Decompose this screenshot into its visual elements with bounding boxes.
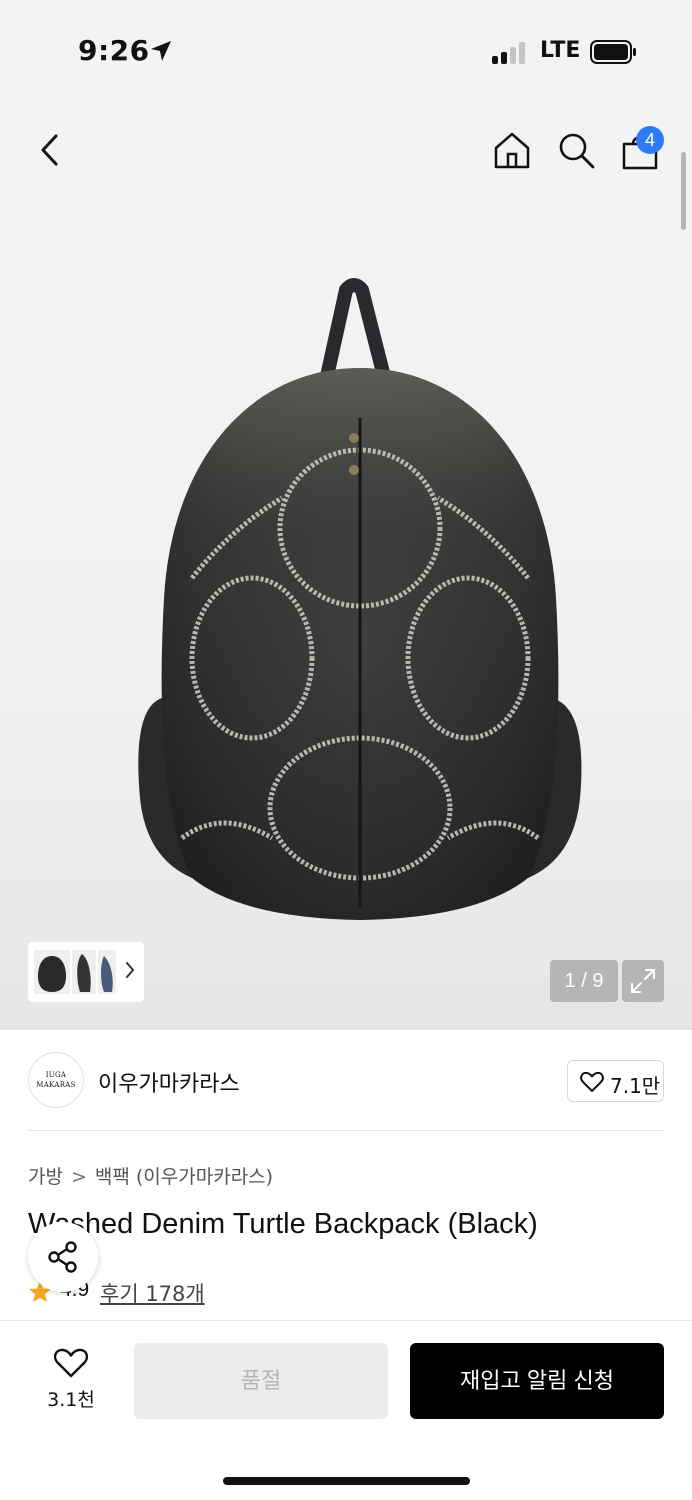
divider: [28, 1130, 664, 1131]
sold-out-button: 품절: [134, 1343, 388, 1419]
review-count-link[interactable]: 후기 178개: [100, 1278, 205, 1308]
brand-name[interactable]: 이우가마카라스: [98, 1066, 240, 1098]
heart-icon: [580, 1071, 604, 1092]
signal-icon: [492, 42, 528, 64]
product-image-gallery[interactable]: 1 / 9: [0, 200, 692, 1030]
breadcrumb: 가방 > 백팩 (이우가마카라스): [28, 1162, 273, 1189]
search-icon[interactable]: [556, 130, 596, 170]
breadcrumb-chevron-icon: >: [70, 1166, 87, 1188]
status-bar: 9:26 LTE: [0, 0, 692, 100]
thumbnail-backpack-black[interactable]: [34, 950, 70, 994]
share-icon: [48, 1241, 77, 1273]
image-counter: 1 / 9: [550, 960, 618, 1002]
cart-count-badge: 4: [636, 126, 664, 154]
breadcrumb-category[interactable]: 가방: [28, 1166, 63, 1188]
restock-alert-button[interactable]: 재입고 알림 신청: [410, 1343, 664, 1419]
heart-icon: [53, 1348, 89, 1378]
product-image: [138, 278, 582, 920]
share-button[interactable]: [28, 1222, 98, 1292]
wishlist-button[interactable]: 3.1천: [40, 1347, 102, 1417]
expand-icon[interactable]: [622, 960, 664, 1002]
scrollbar[interactable]: [681, 152, 686, 230]
home-icon[interactable]: [492, 130, 532, 170]
product-title: Washed Denim Turtle Backpack (Black): [28, 1208, 538, 1240]
thumbnail-backpack-side[interactable]: [72, 950, 96, 994]
chevron-right-icon[interactable]: [124, 960, 136, 980]
home-indicator: [223, 1477, 470, 1485]
bottom-action-bar: 3.1천 품절 재입고 알림 신청: [0, 1320, 692, 1500]
network-label: LTE: [540, 38, 581, 63]
brand-like-count: 7.1만: [610, 1074, 661, 1098]
brand-row[interactable]: IUGA MAKARAS 이우가마카라스 7.1만: [0, 1032, 692, 1130]
back-chevron-icon[interactable]: [38, 132, 62, 168]
wishlist-count: 3.1천: [47, 1389, 95, 1411]
thumbnail-backpack-blue[interactable]: [98, 950, 116, 994]
brand-logo[interactable]: IUGA MAKARAS: [28, 1052, 84, 1108]
thumbnail-strip[interactable]: [28, 942, 144, 1002]
breadcrumb-subcategory[interactable]: 백팩 (이우가마카라스): [95, 1166, 273, 1188]
location-arrow-icon: [151, 41, 171, 61]
status-time: 9:26: [78, 34, 150, 67]
battery-icon: [590, 40, 636, 64]
brand-like-button[interactable]: 7.1만: [567, 1060, 664, 1102]
